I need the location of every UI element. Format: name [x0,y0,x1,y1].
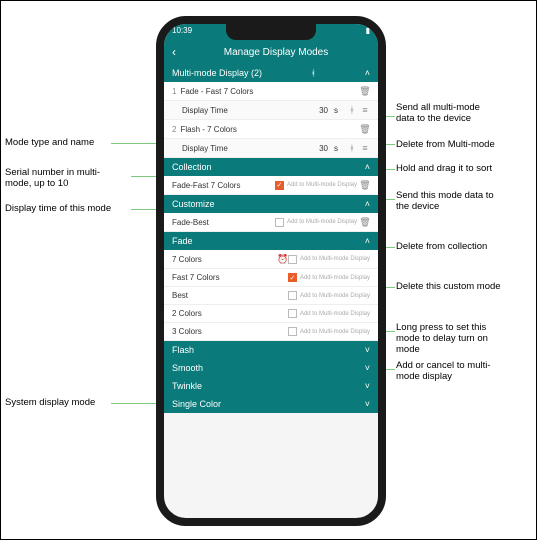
section-fade[interactable]: Fade ˄ [164,232,378,250]
clock-icon[interactable]: ⏰ [278,254,288,264]
mode-name: Fade - Fast 7 Colors [180,87,357,96]
collection-item-name: Fade-Fast 7 Colors [172,181,275,190]
chevron-up-icon: ˄ [365,68,370,78]
section-collection-title: Collection [172,162,212,172]
section-fade-title: Fade [172,236,193,246]
add-multimode-text: Add to Multi-mode Display [287,219,357,225]
fade-item[interactable]: 7 Colors ⏰ Add to Multi-mode Display [164,250,378,269]
add-multimode-text: Add to Multi-mode Display [300,256,370,262]
section-flash-title: Flash [172,345,194,355]
serial-number: 2 [172,125,176,134]
add-multimode-text: Add to Multi-mode Display [300,275,370,281]
chevron-up-icon: ˄ [365,199,370,209]
display-time-value: 30 [319,106,328,115]
bluetooth-send-icon[interactable]: ᚼ [347,105,357,115]
display-time-value: 30 [319,144,328,153]
section-customize[interactable]: Customize ˄ [164,195,378,213]
page-title: Manage Display Modes [182,47,370,58]
section-multimode[interactable]: Multi-mode Display (2) ᚼ ˄ [164,64,378,82]
annot-system-mode: System display mode [5,398,95,409]
annot-long-press: Long press to set this mode to delay tur… [396,323,488,356]
fade-item-name: Fast 7 Colors [172,273,288,282]
section-single-color[interactable]: Single Color ˅ [164,395,378,413]
fade-item-name: 7 Colors [172,255,275,264]
section-smooth-title: Smooth [172,363,203,373]
checkbox-add-multimode[interactable] [288,291,297,300]
fade-item-name: 2 Colors [172,309,288,318]
fade-item[interactable]: 3 Colors Add to Multi-mode Display [164,323,378,341]
chevron-up-icon: ˄ [365,162,370,172]
section-smooth[interactable]: Smooth ˅ [164,359,378,377]
chevron-up-icon: ˄ [365,236,370,246]
bluetooth-send-icon[interactable]: ᚼ [347,143,357,153]
annot-drag: Hold and drag it to sort [396,164,492,175]
trash-icon[interactable]: 🗑 [360,86,370,96]
section-twinkle-title: Twinkle [172,381,202,391]
annot-send-all: Send all multi-mode data to the device [396,103,480,125]
phone-notch [226,24,316,40]
add-multimode-text: Add to Multi-mode Display [300,293,370,299]
section-collection[interactable]: Collection ˄ [164,158,378,176]
customize-item[interactable]: Fade-Best Add to Multi-mode Display 🗑 [164,213,378,232]
fade-item[interactable]: 2 Colors Add to Multi-mode Display [164,305,378,323]
section-multimode-title: Multi-mode Display (2) [172,68,262,78]
fade-item-name: 3 Colors [172,327,288,336]
phone-frame: 10:39 ▮ ‹ Manage Display Modes Multi-mod… [156,16,386,526]
collection-item[interactable]: Fade-Fast 7 Colors ✓ Add to Multi-mode D… [164,176,378,195]
display-time-label: Display Time [172,144,319,153]
add-multimode-text: Add to Multi-mode Display [287,182,357,188]
fade-item[interactable]: Best Add to Multi-mode Display [164,287,378,305]
chevron-down-icon: ˅ [365,381,370,391]
annot-send-this: Send this mode data to the device [396,191,494,213]
checkbox-add-multimode[interactable]: ✓ [275,181,284,190]
annot-add-cancel: Add or cancel to multi- mode display [396,361,491,383]
annot-serial: Serial number in multi- mode, up to 10 [5,168,100,190]
drag-handle-icon[interactable]: ≡ [360,105,370,115]
checkbox-add-multimode[interactable] [275,218,284,227]
section-single-color-title: Single Color [172,399,221,409]
display-time-label: Display Time [172,106,319,115]
back-button[interactable]: ‹ [172,45,182,59]
multimode-item-name[interactable]: 2 Flash - 7 Colors 🗑 [164,120,378,139]
fade-item[interactable]: Fast 7 Colors ✓ Add to Multi-mode Displa… [164,269,378,287]
multimode-item-time[interactable]: Display Time 30 s ᚼ ≡ [164,139,378,158]
section-twinkle[interactable]: Twinkle ˅ [164,377,378,395]
status-time: 10:39 [172,26,192,40]
chevron-down-icon: ˅ [365,363,370,373]
status-icons: ▮ [366,26,370,40]
checkbox-add-multimode[interactable] [288,309,297,318]
drag-handle-icon[interactable]: ≡ [360,143,370,153]
trash-icon[interactable]: 🗑 [360,180,370,190]
add-multimode-text: Add to Multi-mode Display [300,311,370,317]
annot-display-time: Display time of this mode [5,204,111,215]
annot-delete-collection: Delete from collection [396,242,487,253]
annot-mode-type: Mode type and name [5,138,94,149]
multimode-item-time[interactable]: Display Time 30 s ᚼ ≡ [164,101,378,120]
trash-icon[interactable]: 🗑 [360,124,370,134]
annot-delete-multi: Delete from Multi-mode [396,140,495,151]
add-multimode-text: Add to Multi-mode Display [300,329,370,335]
fade-item-name: Best [172,291,288,300]
chevron-down-icon: ˅ [365,399,370,409]
checkbox-add-multimode[interactable] [288,255,297,264]
customize-item-name: Fade-Best [172,218,275,227]
section-customize-title: Customize [172,199,215,209]
mode-name: Flash - 7 Colors [180,125,357,134]
annot-delete-custom: Delete this custom mode [396,282,501,293]
multimode-item-name[interactable]: 1 Fade - Fast 7 Colors 🗑 [164,82,378,101]
bluetooth-send-all-icon[interactable]: ᚼ [311,68,316,78]
section-flash[interactable]: Flash ˅ [164,341,378,359]
display-time-unit: s [334,144,338,153]
display-time-unit: s [334,106,338,115]
app-header: ‹ Manage Display Modes [164,40,378,64]
chevron-down-icon: ˅ [365,345,370,355]
checkbox-add-multimode[interactable]: ✓ [288,273,297,282]
trash-icon[interactable]: 🗑 [360,217,370,227]
checkbox-add-multimode[interactable] [288,327,297,336]
serial-number: 1 [172,87,176,96]
